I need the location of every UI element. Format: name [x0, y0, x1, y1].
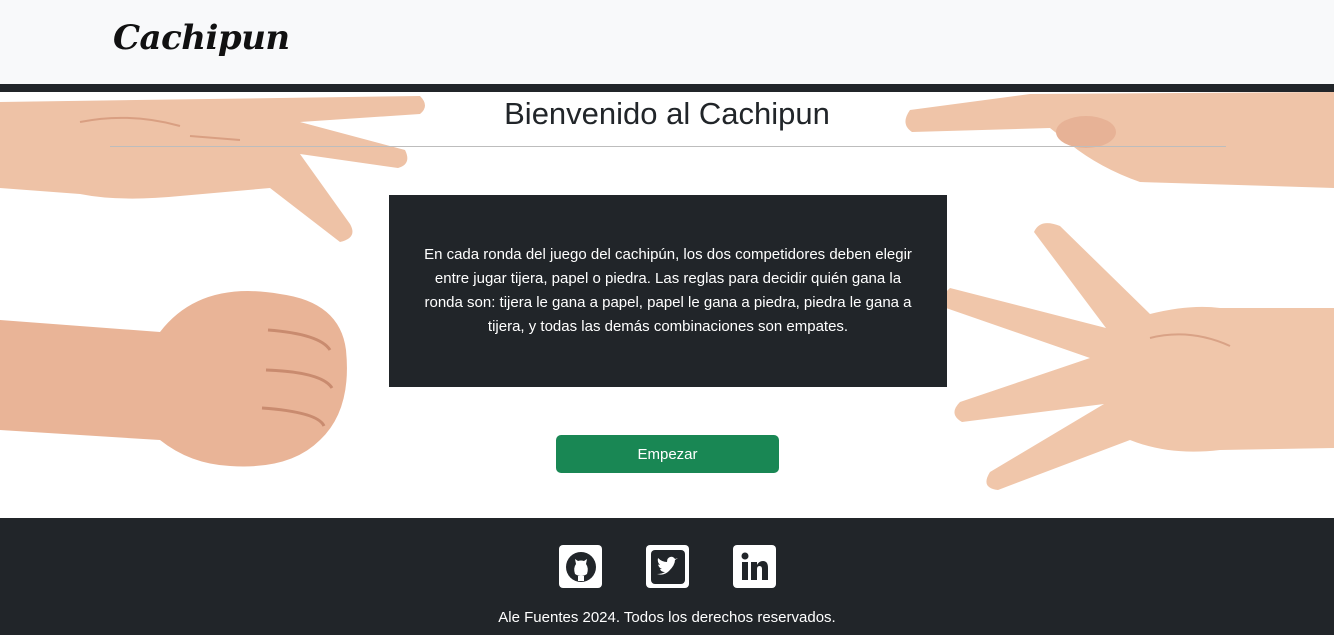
- rules-card: En cada ronda del juego del cachipún, lo…: [389, 195, 947, 387]
- rules-text: En cada ronda del juego del cachipún, lo…: [424, 246, 912, 335]
- twitter-link[interactable]: [646, 545, 689, 588]
- title-divider: [110, 146, 1226, 147]
- github-icon: [565, 551, 596, 582]
- linkedin-link[interactable]: [733, 545, 776, 588]
- navbar: Cachipun: [0, 0, 1334, 84]
- social-links: [559, 545, 776, 588]
- linkedin-icon: [737, 549, 772, 584]
- navbar-divider: [0, 84, 1334, 92]
- paper-hand-right-image: [943, 223, 1334, 490]
- github-link[interactable]: [559, 545, 602, 588]
- twitter-icon: [650, 549, 685, 584]
- start-button[interactable]: Empezar: [556, 435, 779, 473]
- brand-logo-link[interactable]: Cachipun: [113, 18, 290, 58]
- page-title: Bienvenido al Cachipun: [504, 96, 830, 131]
- footer: Ale Fuentes 2024. Todos los derechos res…: [0, 518, 1334, 635]
- fist-hand-left-image: [0, 291, 347, 467]
- hero-section: Bienvenido al Cachipun En cada ronda del…: [0, 92, 1334, 518]
- copyright-text: Ale Fuentes 2024. Todos los derechos res…: [498, 609, 836, 626]
